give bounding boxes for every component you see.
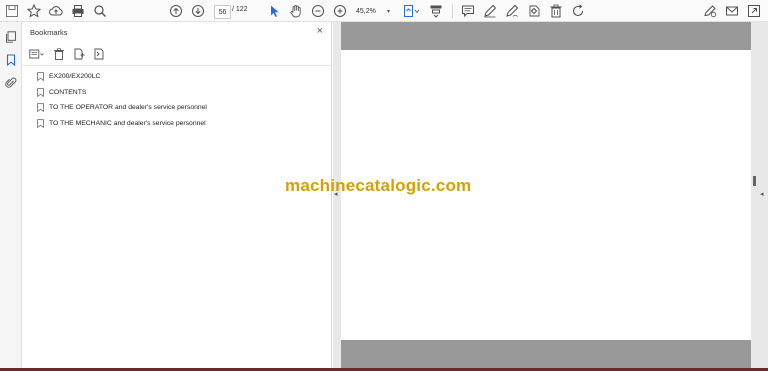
bookmark-icon xyxy=(36,72,44,82)
page-number-input[interactable]: 56 xyxy=(214,5,231,19)
fill-sign-icon[interactable] xyxy=(504,3,520,19)
cloud-upload-icon[interactable] xyxy=(48,3,64,19)
bookmark-toolbar xyxy=(28,47,106,61)
delete-bookmark-icon[interactable] xyxy=(52,47,66,61)
attachment-icon[interactable] xyxy=(4,76,18,90)
close-icon[interactable]: × xyxy=(317,25,323,37)
bookmark-item[interactable]: TO THE MECHANIC and dealer's service per… xyxy=(36,116,326,132)
select-cursor-icon[interactable] xyxy=(266,3,282,19)
panel-title: Bookmarks xyxy=(30,28,68,37)
bookmark-panel-icon[interactable] xyxy=(4,53,18,67)
share-icon[interactable] xyxy=(746,3,762,19)
rotate-icon[interactable] xyxy=(570,3,586,19)
bookmark-label: TO THE MECHANIC and dealer's service per… xyxy=(49,119,206,127)
bookmark-item[interactable]: EX200/EX200LC xyxy=(36,69,326,85)
comment-icon[interactable] xyxy=(460,3,476,19)
watermark-text: machinecatalogic.com xyxy=(285,176,472,195)
bookmark-icon xyxy=(36,87,44,97)
new-bookmark-icon[interactable] xyxy=(72,47,86,61)
options-menu-icon[interactable] xyxy=(28,47,46,61)
left-navigation-rail xyxy=(0,22,22,371)
save-icon[interactable] xyxy=(4,3,20,19)
print-icon[interactable] xyxy=(70,3,86,19)
delete-icon[interactable] xyxy=(548,3,564,19)
stamp-icon[interactable] xyxy=(526,3,542,19)
bookmark-item[interactable]: CONTENTS xyxy=(36,85,326,101)
next-page-icon[interactable] xyxy=(190,3,206,19)
page-fit-icon[interactable] xyxy=(402,3,422,19)
zoom-select[interactable]: 45,2% ▾ xyxy=(354,5,392,17)
bookmark-item[interactable]: TO THE OPERATOR and dealer's service per… xyxy=(36,100,326,116)
bookmark-list: EX200/EX200LC CONTENTS TO THE OPERATOR a… xyxy=(36,69,326,131)
chevron-down-icon: ▾ xyxy=(386,8,390,15)
bookmark-icon xyxy=(36,103,44,113)
page-total: / 122 xyxy=(232,6,248,13)
search-icon[interactable] xyxy=(92,3,108,19)
toolbar-divider xyxy=(452,4,453,18)
expand-right-panel-arrow-icon[interactable]: ◂ xyxy=(760,190,764,198)
zoom-in-icon[interactable] xyxy=(332,3,348,19)
zoom-out-icon[interactable] xyxy=(310,3,326,19)
panel-divider xyxy=(22,65,332,66)
hand-tool-icon[interactable] xyxy=(288,3,304,19)
scroll-mode-icon[interactable] xyxy=(428,3,444,19)
bookmark-label: CONTENTS xyxy=(49,88,87,96)
edit-sign-icon[interactable] xyxy=(702,3,718,19)
bookmark-properties-icon[interactable] xyxy=(92,47,106,61)
bookmarks-panel: Bookmarks × EX200/EX200LC CONTENTS TO TH… xyxy=(22,22,332,371)
pen-icon[interactable] xyxy=(482,3,498,19)
scrollbar-thumb[interactable] xyxy=(753,176,756,186)
top-toolbar: 56 / 122 45,2% ▾ xyxy=(0,0,768,22)
mail-icon[interactable] xyxy=(724,3,740,19)
star-icon[interactable] xyxy=(26,3,42,19)
bookmark-label: EX200/EX200LC xyxy=(49,73,101,81)
previous-page-icon[interactable] xyxy=(168,3,184,19)
bookmark-label: TO THE OPERATOR and dealer's service per… xyxy=(49,104,207,112)
bookmark-icon xyxy=(36,118,44,128)
page-bottom-strip xyxy=(341,340,751,371)
pages-thumbnail-icon[interactable] xyxy=(4,30,18,44)
zoom-value: 45,2% xyxy=(356,7,376,15)
page-top-strip xyxy=(341,22,751,50)
